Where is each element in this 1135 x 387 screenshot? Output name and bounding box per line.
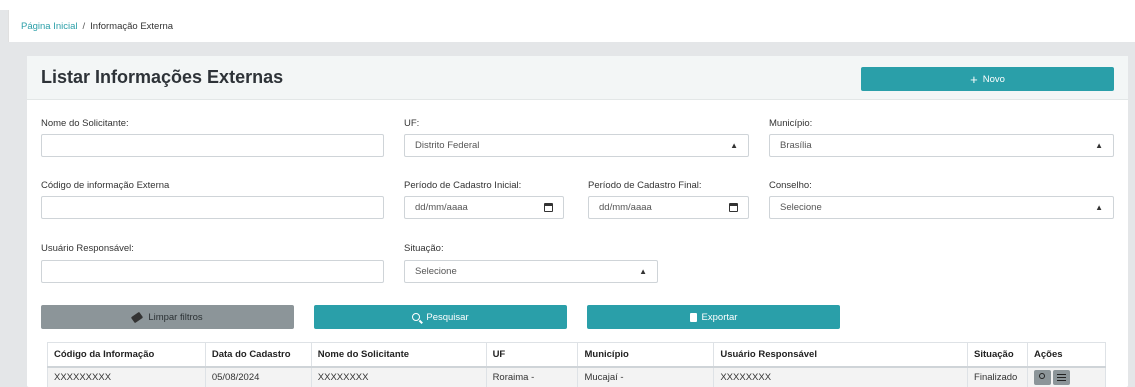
- export-button-label: Exportar: [701, 311, 738, 323]
- select-arrows-icon: ▲︎: [1095, 141, 1103, 150]
- new-button[interactable]: + Novo: [861, 67, 1114, 91]
- conselho-select-value: Selecione: [780, 202, 822, 213]
- codigo-informacao-label: Código de informação Externa: [41, 180, 170, 191]
- periodo-final-label: Período de Cadastro Final:: [588, 180, 702, 191]
- column-header-uf[interactable]: UF: [485, 342, 579, 368]
- details-button[interactable]: [1053, 370, 1071, 386]
- breadcrumb-separator: /: [82, 20, 86, 32]
- column-header-data[interactable]: Data do Cadastro: [204, 342, 312, 368]
- clear-filters-button[interactable]: Limpar filtros: [41, 305, 294, 329]
- card-header: Listar Informações Externas + Novo: [27, 56, 1128, 100]
- calendar-icon[interactable]: [729, 203, 738, 212]
- periodo-final-date-input[interactable]: dd/mm/aaaa: [588, 196, 749, 219]
- breadcrumb-home-link[interactable]: Página Inicial: [21, 21, 78, 32]
- municipio-label: Município:: [769, 118, 813, 129]
- cell-acoes: [1027, 366, 1106, 387]
- select-arrows-icon: ▲︎: [1095, 203, 1103, 212]
- search-button[interactable]: Pesquisar: [314, 305, 567, 329]
- nome-solicitante-label: Nome do Solicitante:: [41, 118, 129, 129]
- cell-nome: XXXXXXXX: [310, 366, 487, 387]
- column-header-nome[interactable]: Nome do Solicitante: [310, 342, 487, 368]
- select-arrows-icon: ▲︎: [730, 141, 738, 150]
- breadcrumb: Página Inicial / Informação Externa: [8, 10, 1135, 42]
- uf-select-value: Distrito Federal: [415, 140, 480, 151]
- usuario-responsavel-input[interactable]: [41, 260, 384, 283]
- clear-filters-label: Limpar filtros: [148, 311, 203, 323]
- periodo-inicial-date-input[interactable]: dd/mm/aaaa: [404, 196, 564, 219]
- column-header-usuario[interactable]: Usuário Responsável: [713, 342, 969, 368]
- situacao-select[interactable]: Selecione ▲︎: [404, 260, 658, 283]
- search-icon: [412, 313, 421, 321]
- situacao-select-value: Selecione: [415, 266, 457, 277]
- nome-solicitante-input[interactable]: [41, 134, 384, 157]
- column-header-acoes: Ações: [1027, 342, 1106, 368]
- municipio-select[interactable]: Brasília ▲︎: [769, 134, 1114, 157]
- file-icon: [689, 312, 697, 322]
- periodo-inicial-value: dd/mm/aaaa: [415, 202, 468, 213]
- table-row: XXXXXXXXX 05/08/2024 XXXXXXXX Roraima - …: [47, 366, 1106, 387]
- cell-codigo: XXXXXXXXX: [47, 366, 206, 387]
- select-arrows-icon: ▲︎: [639, 267, 647, 276]
- export-button[interactable]: Exportar: [587, 305, 840, 329]
- uf-label: UF:: [404, 118, 420, 129]
- municipio-select-value: Brasília: [780, 140, 812, 151]
- top-bar: [0, 0, 1135, 10]
- cell-uf: Roraima -: [485, 366, 579, 387]
- calendar-icon[interactable]: [544, 203, 553, 212]
- table-header-row: Código da Informação Data do Cadastro No…: [47, 342, 1106, 368]
- view-button[interactable]: [1034, 370, 1052, 386]
- plus-icon: +: [970, 71, 978, 87]
- cell-municipio: Mucajaí -: [577, 366, 715, 387]
- periodo-inicial-label: Período de Cadastro Inicial:: [404, 180, 522, 191]
- new-button-label: Novo: [982, 73, 1005, 85]
- cell-data: 05/08/2024: [204, 366, 312, 387]
- situacao-label: Situação:: [404, 243, 444, 254]
- usuario-responsavel-label: Usuário Responsável:: [41, 243, 134, 254]
- list-card: Listar Informações Externas + Novo Nome …: [27, 56, 1128, 387]
- column-header-situacao[interactable]: Situação: [967, 342, 1029, 368]
- breadcrumb-current: Informação Externa: [90, 20, 174, 32]
- search-icon: [1039, 373, 1046, 380]
- column-header-municipio[interactable]: Município: [577, 342, 715, 368]
- column-header-codigo[interactable]: Código da Informação: [47, 342, 206, 368]
- search-button-label: Pesquisar: [426, 311, 469, 323]
- cell-usuario: XXXXXXXX: [713, 366, 969, 387]
- page-title: Listar Informações Externas: [41, 67, 284, 87]
- list-icon: [1057, 374, 1067, 382]
- cell-situacao: Finalizado: [967, 366, 1029, 387]
- results-table: Código da Informação Data do Cadastro No…: [47, 342, 1106, 387]
- periodo-final-value: dd/mm/aaaa: [599, 202, 652, 213]
- conselho-select[interactable]: Selecione ▲︎: [769, 196, 1114, 219]
- conselho-label: Conselho:: [769, 180, 812, 191]
- codigo-informacao-input[interactable]: [41, 196, 384, 219]
- eraser-icon: [131, 311, 144, 323]
- uf-select[interactable]: Distrito Federal ▲︎: [404, 134, 749, 157]
